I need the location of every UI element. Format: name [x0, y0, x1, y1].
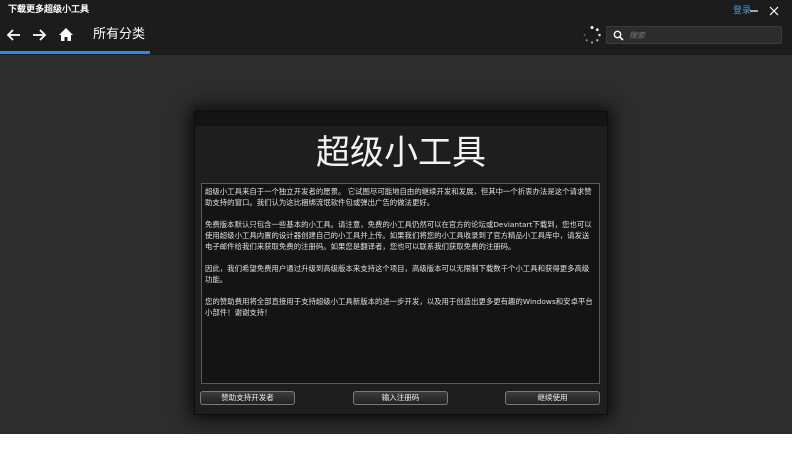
search-box[interactable]	[606, 26, 782, 44]
continue-using-button[interactable]: 继续使用	[505, 391, 600, 405]
message-paragraph: 因此，我们希望免费用户通过升级到高级版本来支持这个项目，高级版本可以无限制下载数…	[205, 264, 590, 284]
message-paragraph: 免费版本默认只包含一些基本的小工具。请注意，免费的小工具仍然可以在官方的论坛或D…	[205, 220, 592, 251]
active-tab-indicator	[0, 51, 150, 54]
loading-spinner	[582, 25, 602, 45]
search-icon	[613, 30, 624, 41]
window-title: 下载更多超级小工具	[8, 5, 90, 15]
forward-arrow-icon	[33, 29, 47, 41]
home-icon	[59, 28, 73, 41]
close-icon	[769, 6, 779, 16]
message-paragraph: 您的赞助费用将全部直接用于支持超级小工具新版本的进一步开发，以及用于创造出更多更…	[205, 297, 593, 317]
loading-spinner-icon	[583, 26, 601, 44]
title-bar: 下载更多超级小工具 登录	[0, 0, 792, 22]
back-arrow-icon	[6, 29, 20, 41]
enter-registration-code-button[interactable]: 输入注册码	[353, 391, 448, 405]
forward-button[interactable]	[29, 25, 49, 45]
app-window: 下载更多超级小工具 登录 所有分类 搜索 超级小工具 超级小工具来自于一个独立开…	[0, 0, 792, 434]
minimize-icon	[750, 10, 758, 12]
dialog-header-bar	[195, 112, 607, 126]
message-paragraph: 超级小工具来自于一个独立开发者的愿景。 它试图尽可能地自由的继续开发和发展，但其…	[205, 187, 592, 207]
sponsor-dialog: 超级小工具 超级小工具来自于一个独立开发者的愿景。 它试图尽可能地自由的继续开发…	[194, 111, 608, 415]
search-input[interactable]	[629, 28, 777, 42]
toolbar: 所有分类	[0, 22, 792, 55]
sponsor-developer-button[interactable]: 赞助支持开发者	[200, 391, 295, 405]
dialog-message-box[interactable]: 超级小工具来自于一个独立开发者的愿景。 它试图尽可能地自由的继续开发和发展，但其…	[201, 183, 600, 384]
back-button[interactable]	[4, 25, 24, 45]
category-title: 所有分类	[93, 27, 146, 42]
minimize-button[interactable]	[745, 2, 763, 20]
dialog-title: 超级小工具	[316, 133, 486, 173]
close-button[interactable]	[765, 2, 783, 20]
home-button[interactable]	[56, 25, 76, 45]
